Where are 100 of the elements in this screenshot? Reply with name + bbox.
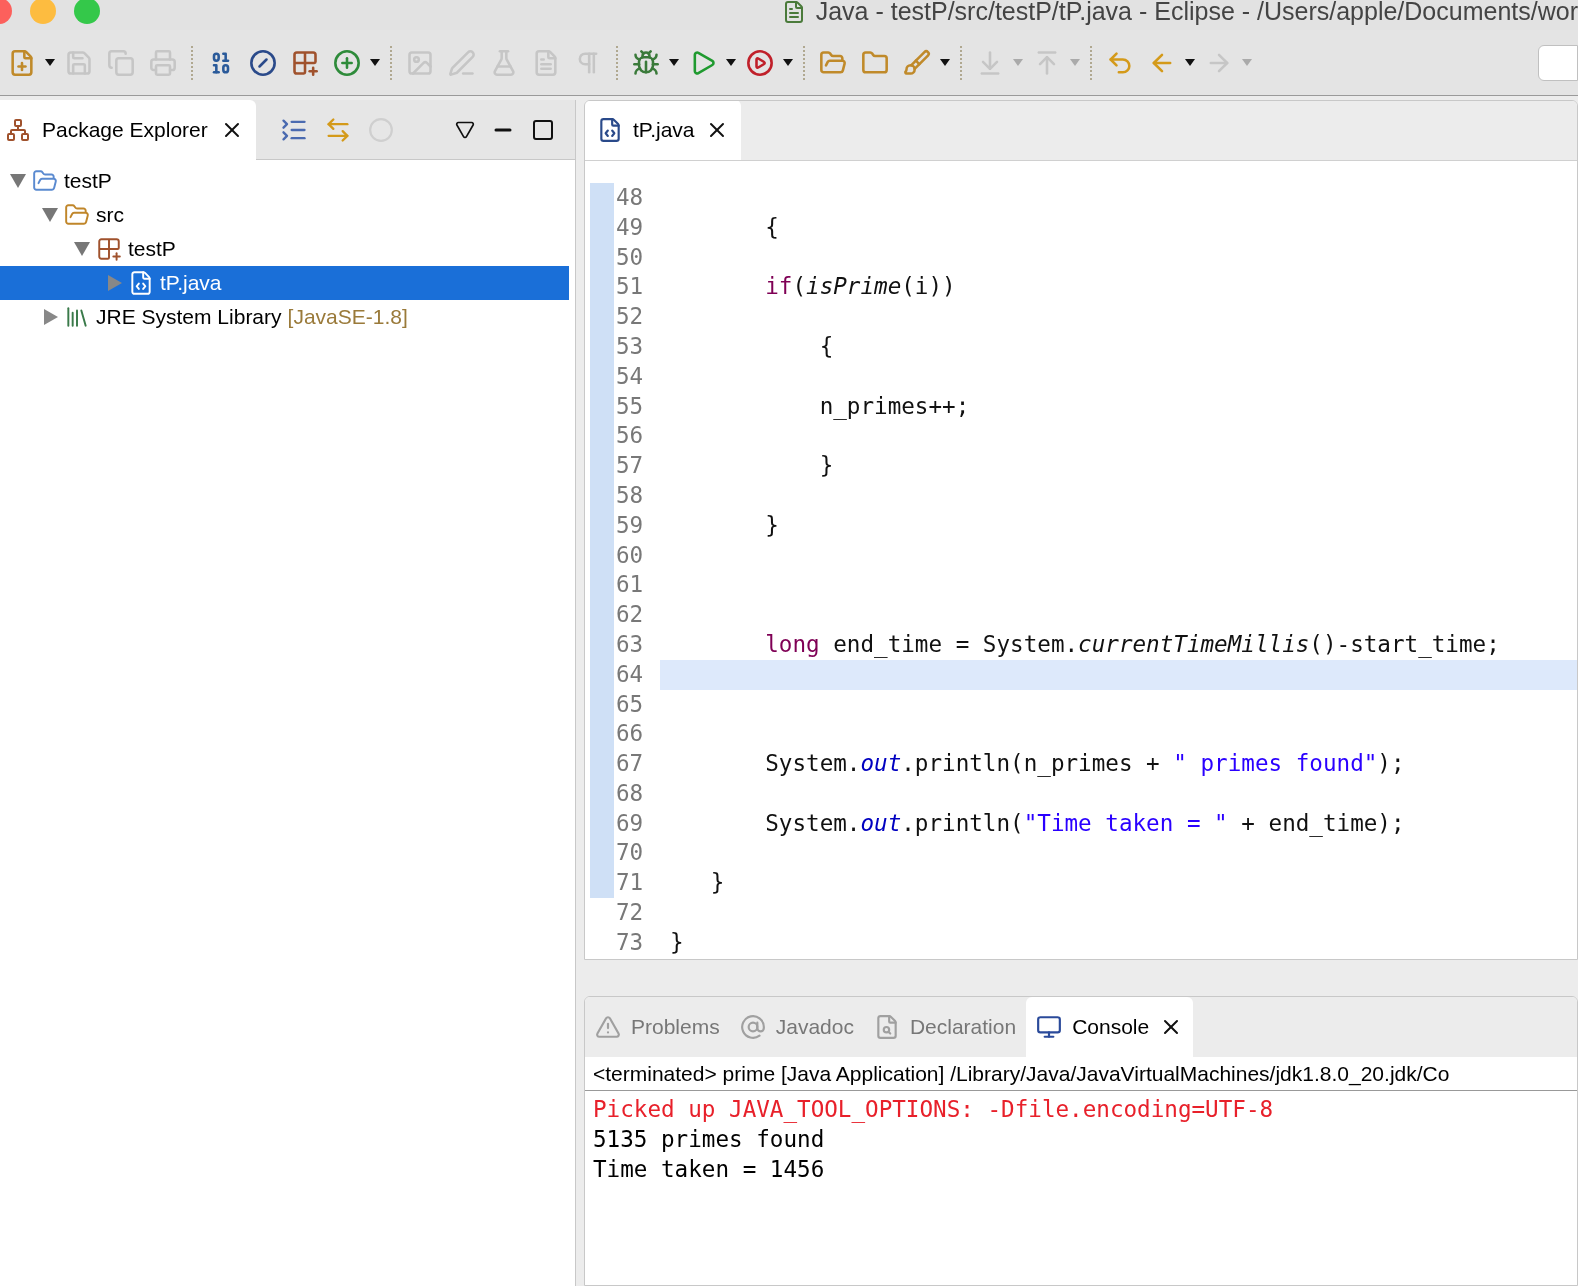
line-number: 68	[616, 778, 644, 808]
line-number: 49	[616, 212, 644, 242]
brush-icon	[903, 48, 931, 77]
tree-item-label: testP	[64, 168, 112, 195]
save-all-icon	[107, 48, 135, 77]
line-number: 48	[616, 182, 644, 212]
line-number: 55	[616, 391, 644, 421]
view-tab[interactable]: Console	[1026, 997, 1194, 1057]
flask-icon	[490, 48, 518, 77]
line-number: 59	[616, 510, 644, 540]
view-tab[interactable]: Declaration	[863, 997, 1027, 1057]
at-sign-icon	[739, 1014, 766, 1040]
expanded-arrow-icon[interactable]	[42, 208, 58, 222]
view-tab[interactable]: Problems	[585, 997, 730, 1057]
package-icon	[96, 236, 122, 262]
code-line: }	[670, 927, 684, 957]
line-number: 64	[616, 659, 644, 689]
line-number: 70	[616, 838, 644, 868]
tree-row[interactable]: testP	[0, 164, 569, 198]
window-title: Java - testP/src/testP/tP.java - Eclipse - /Users/apple/Documents/wor	[815, 0, 1578, 28]
tab-label: Javadoc	[775, 1014, 854, 1041]
line-number: 73	[616, 927, 644, 957]
line-number: 69	[616, 808, 644, 838]
tree-item-label: src	[96, 202, 124, 229]
new-package-icon	[291, 48, 319, 77]
code-line: }	[818, 451, 834, 481]
code-line: if(isPrime(i))	[764, 272, 956, 302]
code-line: }	[764, 510, 779, 540]
hierarchy-icon	[6, 118, 30, 142]
print-icon	[149, 48, 177, 77]
tree-item-decoration: [JavaSE-1.8]	[287, 304, 408, 331]
line-number: 56	[616, 421, 644, 451]
view-tab[interactable]: Javadoc	[729, 997, 864, 1057]
view-tab[interactable]: Package Explorer	[0, 100, 256, 160]
pen-icon	[448, 48, 476, 77]
console-line: Picked up JAVA_TOOL_OPTIONS: -Dfile.encoding=UTF-8	[593, 1095, 1275, 1123]
line-number: 71	[616, 868, 644, 898]
line-number: 61	[616, 570, 644, 600]
debug-icon	[632, 48, 660, 77]
line-number: 51	[616, 272, 644, 302]
dropdown-caret-icon[interactable]	[1185, 59, 1195, 66]
document-icon	[532, 48, 560, 77]
line-number: 53	[616, 331, 644, 361]
tab-label: Package Explorer	[42, 117, 208, 144]
dropdown-caret-icon[interactable]	[45, 59, 55, 66]
line-number: 63	[616, 629, 644, 659]
quick-access-field[interactable]	[1538, 44, 1578, 81]
code-line: n_primes++;	[818, 391, 970, 422]
dropdown-caret-icon[interactable]	[669, 59, 679, 66]
maximize-icon[interactable]	[531, 117, 555, 142]
line-number: 58	[616, 480, 644, 510]
line-number: 72	[616, 898, 644, 928]
line-number: 54	[616, 361, 644, 391]
tab-label: Console	[1072, 1014, 1150, 1041]
tab-label: Declaration	[909, 1014, 1017, 1041]
line-number: 57	[616, 451, 644, 481]
console-icon	[1036, 1014, 1063, 1040]
line-number: 66	[616, 719, 644, 749]
line-number: 67	[616, 749, 644, 779]
zoom-window-icon[interactable]	[74, 0, 100, 24]
code-line: {	[764, 212, 779, 242]
line-number: 50	[616, 242, 644, 272]
tree-item-label: JRE System Library	[96, 304, 282, 331]
minimize-window-icon[interactable]	[30, 0, 56, 24]
tree-row[interactable]: src	[0, 198, 569, 232]
tree-item-label: tP.java	[160, 270, 222, 297]
console-line: 5135 primes found	[593, 1124, 826, 1153]
new-class-icon	[333, 48, 361, 77]
image-icon	[406, 48, 434, 77]
tree-item-label: testP	[128, 236, 176, 263]
code-line: }	[709, 868, 725, 898]
code-line: System.out.println(n_primes + " primes found");	[764, 749, 1405, 779]
library-icon	[64, 304, 90, 330]
line-number: 62	[616, 600, 644, 630]
code-line: long end_time = System.currentTimeMillis()-start_time;	[764, 629, 1500, 660]
tab-label: Problems	[631, 1014, 720, 1041]
problems-icon	[595, 1014, 621, 1040]
view-menu-icon[interactable]	[455, 119, 475, 140]
tree-row[interactable]: tP.java	[0, 266, 569, 300]
dropdown-caret-icon[interactable]	[370, 59, 380, 66]
line-number: 52	[616, 302, 644, 332]
tab-label: tP.java	[633, 117, 695, 144]
java-file-icon	[128, 270, 154, 296]
dropdown-caret-icon[interactable]	[940, 59, 950, 66]
dropdown-caret-icon[interactable]	[726, 59, 736, 66]
source-folder-icon	[64, 202, 90, 228]
line-number: 65	[616, 689, 644, 719]
expanded-arrow-icon[interactable]	[10, 174, 26, 188]
collapsed-arrow-icon[interactable]	[44, 309, 58, 325]
dropdown-caret-icon[interactable]	[783, 59, 793, 66]
editor-tab[interactable]: tP.java	[585, 101, 741, 160]
new-file-icon	[8, 48, 36, 77]
console-header: <terminated> prime [Java Application] /Library/Java/JavaVirtualMachines/jdk1.8.0_20.jdk/Co	[593, 1060, 1450, 1088]
code-line: System.out.println("Time taken = " + end_time);	[764, 808, 1405, 839]
line-number: 60	[616, 540, 644, 570]
code-line: {	[818, 331, 834, 361]
console-line: Time taken = 1456	[593, 1154, 826, 1183]
save-icon	[65, 48, 93, 77]
java-file-icon	[597, 117, 623, 143]
tree-row[interactable]: JRE System Library [JavaSE-1.8]	[0, 300, 569, 334]
